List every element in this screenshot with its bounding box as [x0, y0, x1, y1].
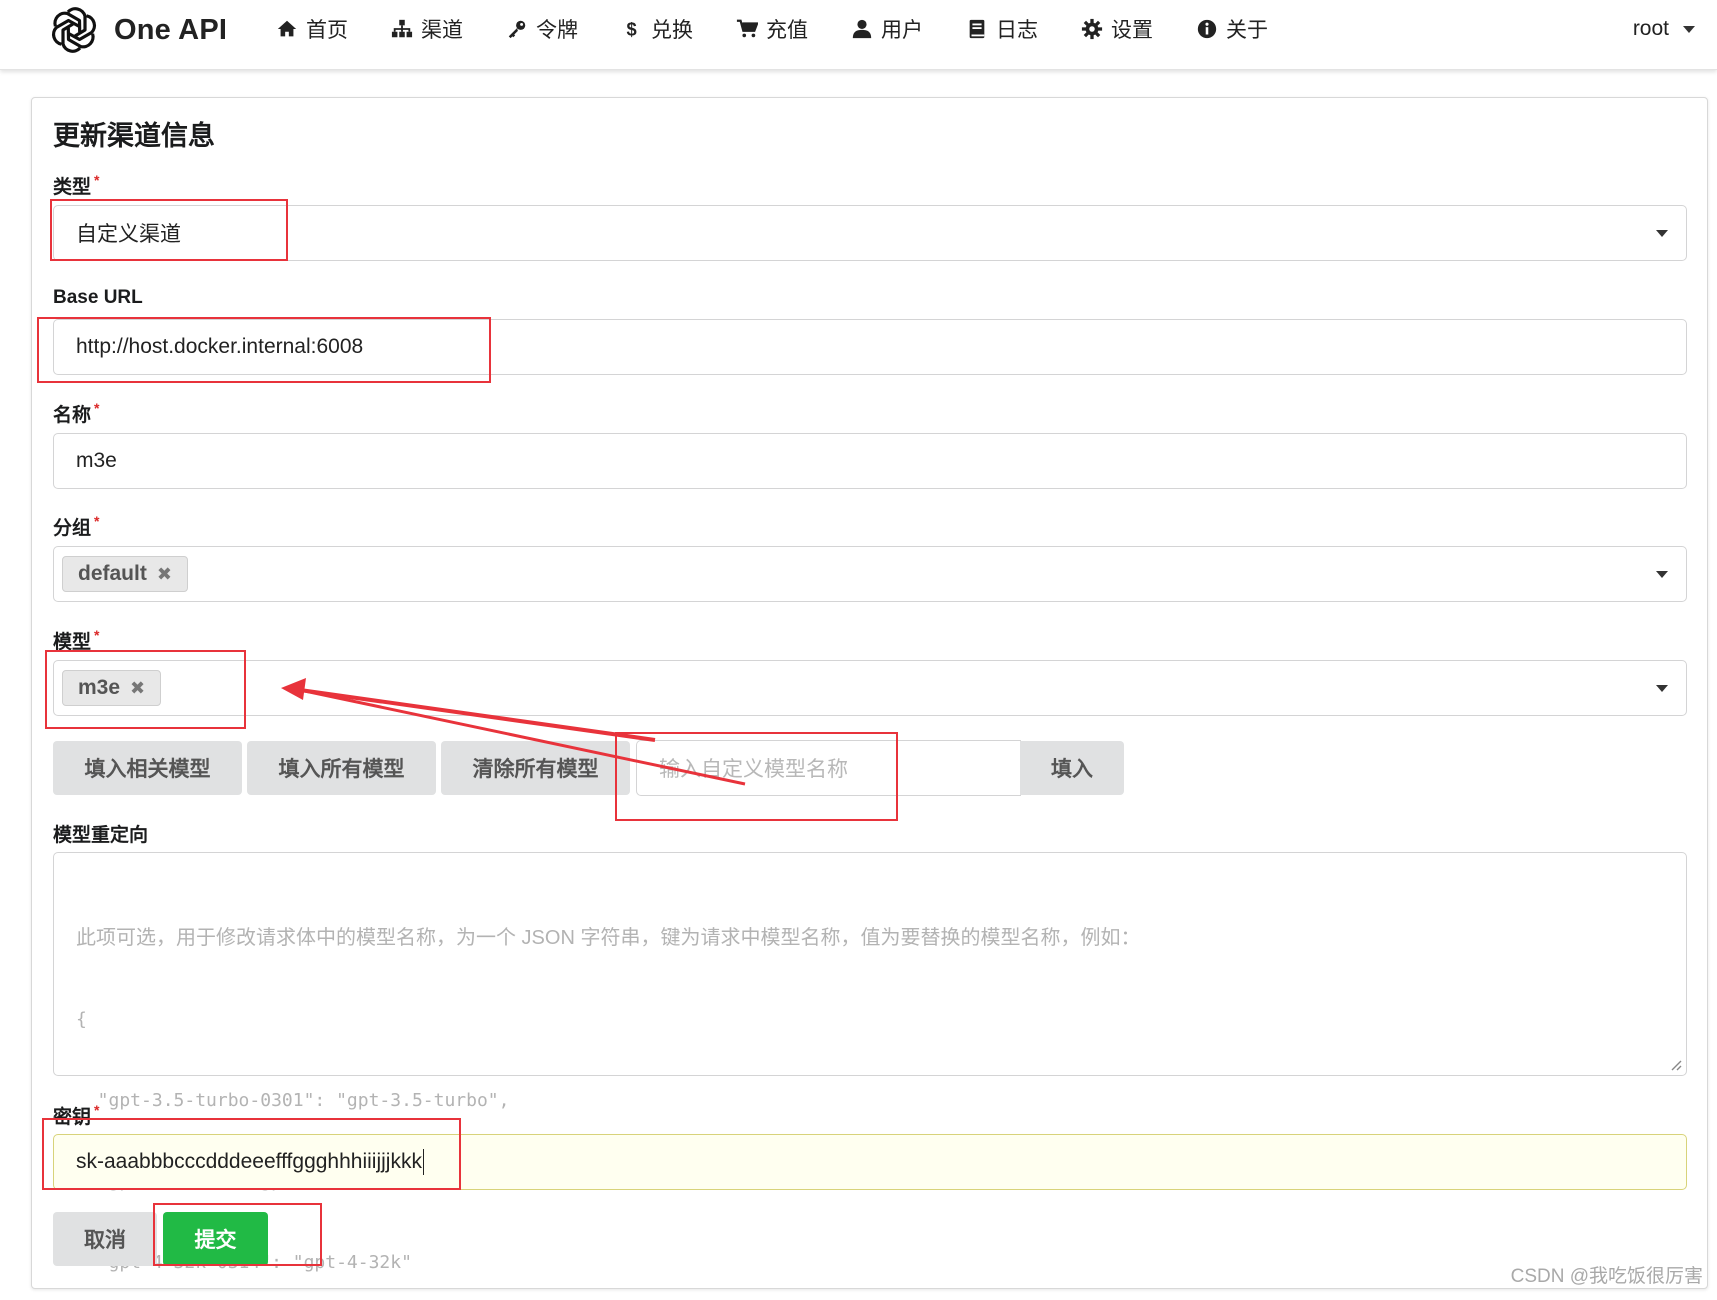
type-label-text: 类型	[53, 177, 92, 198]
cancel-button[interactable]: 取消	[53, 1212, 157, 1266]
placeholder-line: 此项可选，用于修改请求体中的模型名称，为一个 JSON 字符串，键为请求中模型名…	[76, 927, 1141, 949]
key-input[interactable]: sk-aaabbbcccdddeeefffggghhhiiijjjkkk	[53, 1134, 1687, 1190]
nav-item-label: 用户	[881, 19, 923, 42]
group-chip[interactable]: default ✖	[62, 556, 188, 592]
user-icon	[852, 19, 872, 39]
nav-item-label: 兑换	[651, 19, 693, 42]
chevron-down-icon	[1683, 25, 1695, 33]
page-title: 更新渠道信息	[53, 121, 215, 151]
chevron-down-icon	[1656, 571, 1668, 578]
nav-item-label: 令牌	[536, 19, 578, 42]
brand-name: One API	[114, 13, 228, 46]
name-label: 名称 *	[53, 400, 99, 427]
chevron-down-icon	[1656, 685, 1668, 692]
name-value: m3e	[76, 449, 117, 472]
group-select[interactable]: default ✖	[53, 546, 1687, 602]
required-mark: *	[94, 172, 100, 188]
nav-item-home[interactable]: 首页	[276, 14, 348, 44]
name-label-text: 名称	[53, 405, 92, 426]
base-url-value: http://host.docker.internal:6008	[76, 335, 364, 358]
model-mapping-label: 模型重定向	[53, 825, 149, 846]
submit-button[interactable]: 提交	[163, 1212, 268, 1266]
name-input[interactable]: m3e	[53, 433, 1687, 489]
nav-item-label: 渠道	[421, 19, 463, 42]
model-mapping-textarea[interactable]: 此项可选，用于修改请求体中的模型名称，为一个 JSON 字符串，键为请求中模型名…	[53, 852, 1687, 1273]
svg-text:$: $	[627, 18, 637, 39]
group-label: 分组 *	[53, 513, 99, 540]
key-label-text: 密钥	[53, 1107, 92, 1128]
type-select-value: 自定义渠道	[76, 223, 181, 246]
placeholder-line: "gpt-4-32k-0314": "gpt-4-32k"	[98, 1252, 412, 1273]
nav-item-topup[interactable]: 充值	[736, 14, 808, 44]
key-label: 密钥 *	[53, 1102, 99, 1129]
fill-all-models-button[interactable]: 填入所有模型	[247, 741, 436, 795]
info-icon	[1197, 19, 1217, 39]
book-icon	[969, 19, 985, 39]
nav-item-label: 设置	[1111, 19, 1153, 42]
fill-related-models-button[interactable]: 填入相关模型	[53, 741, 242, 795]
nav-item-users[interactable]: 用户	[851, 14, 923, 44]
type-label: 类型 *	[53, 172, 99, 199]
custom-model-input[interactable]: 输入自定义模型名称	[636, 740, 1021, 796]
nav-item-logs[interactable]: 日志	[966, 14, 1038, 44]
placeholder-line: {	[76, 1009, 87, 1030]
fill-custom-model-button[interactable]: 填入	[1020, 741, 1124, 795]
brand[interactable]: One API	[48, 3, 227, 57]
top-navbar: One API 首页 渠道 令牌 $ 兑换 充值 用户 日志 设置 关于 roo…	[0, 0, 1717, 70]
nav-item-label: 充值	[766, 19, 808, 42]
placeholder-line: "gpt-3.5-turbo-0301": "gpt-3.5-turbo",	[76, 1090, 510, 1111]
chevron-down-icon	[1656, 230, 1668, 237]
clear-all-models-button[interactable]: 清除所有模型	[441, 741, 630, 795]
nav-menu: 首页 渠道 令牌 $ 兑换 充值 用户 日志 设置 关于	[276, 0, 1311, 58]
nav-item-redeem[interactable]: $ 兑换	[621, 14, 694, 44]
models-select[interactable]: m3e ✖	[53, 660, 1687, 716]
model-chip[interactable]: m3e ✖	[62, 670, 162, 706]
nav-item-tokens[interactable]: 令牌	[506, 14, 578, 44]
close-icon[interactable]: ✖	[130, 678, 145, 699]
nav-item-label: 首页	[306, 19, 348, 42]
nav-item-label: 关于	[1226, 19, 1268, 42]
close-icon[interactable]: ✖	[157, 564, 172, 585]
nav-item-channels[interactable]: 渠道	[391, 14, 463, 44]
type-select[interactable]: 自定义渠道	[53, 205, 1687, 261]
model-chip-label: m3e	[78, 676, 121, 699]
key-value: sk-aaabbbcccdddeeefffggghhhiiijjjkkk	[76, 1150, 422, 1173]
group-chip-label: default	[78, 562, 147, 585]
nav-item-about[interactable]: 关于	[1196, 14, 1268, 44]
required-mark: *	[94, 400, 100, 416]
group-label-text: 分组	[53, 518, 92, 539]
base-url-label: Base URL	[53, 287, 143, 308]
text-cursor	[422, 1149, 424, 1175]
openai-logo-icon	[51, 7, 97, 53]
home-icon	[277, 20, 297, 37]
models-label-text: 模型	[53, 632, 92, 653]
required-mark: *	[94, 627, 100, 643]
watermark: CSDN @我吃饭很厉害	[1510, 1266, 1703, 1287]
models-label: 模型 *	[53, 627, 99, 654]
gear-icon	[1081, 18, 1103, 40]
required-mark: *	[94, 1102, 100, 1118]
base-url-input[interactable]: http://host.docker.internal:6008	[53, 319, 1687, 375]
cart-icon	[736, 19, 758, 38]
user-menu[interactable]: root	[1633, 0, 1695, 58]
nav-item-label: 日志	[996, 19, 1038, 42]
sitemap-icon	[391, 19, 413, 38]
nav-item-settings[interactable]: 设置	[1081, 14, 1153, 44]
username: root	[1632, 17, 1669, 40]
required-mark: *	[94, 513, 100, 529]
key-icon	[508, 20, 526, 39]
resize-handle-icon[interactable]	[1670, 1059, 1682, 1071]
dollar-icon: $	[627, 18, 637, 39]
custom-model-placeholder: 输入自定义模型名称	[659, 758, 848, 781]
